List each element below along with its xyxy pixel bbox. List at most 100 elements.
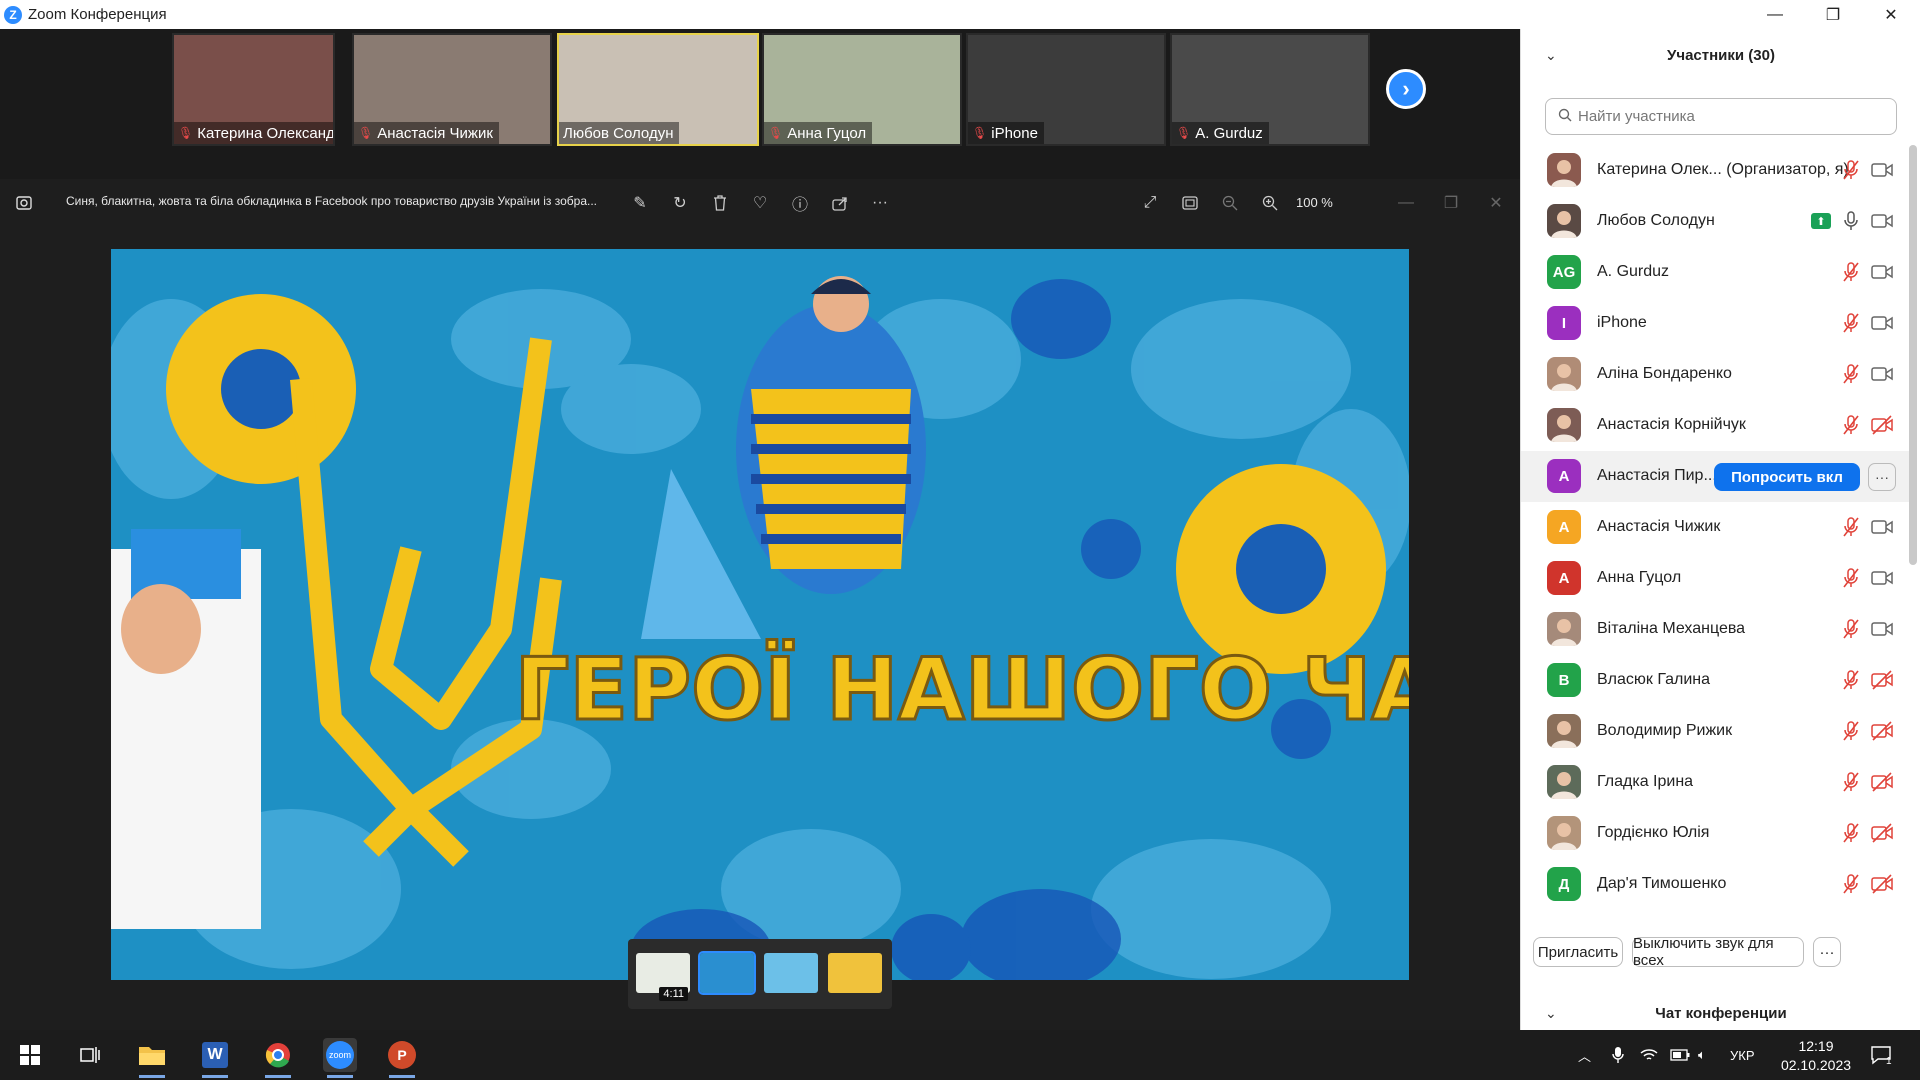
powerpoint-icon[interactable]: P (385, 1038, 419, 1078)
participant-row[interactable]: Володимир Рижик (1521, 706, 1911, 757)
thumbnail-1[interactable]: 4:11 (636, 953, 690, 1001)
camera-icon[interactable] (1871, 568, 1893, 588)
mic-muted-icon[interactable] (1841, 159, 1861, 181)
video-tile[interactable]: 🎙︎ iPhone (966, 33, 1166, 146)
mic-muted-icon[interactable] (1841, 363, 1861, 385)
word-label: W (202, 1042, 228, 1068)
participant-row[interactable]: Гладка Ірина (1521, 757, 1911, 808)
participant-row[interactable]: Д Дар'я Тимошенко (1521, 859, 1911, 905)
camera-icon[interactable] (1871, 517, 1893, 537)
language-indicator[interactable]: УКР (1730, 1030, 1755, 1080)
fullscreen-icon[interactable]: ⤢ (1140, 193, 1160, 213)
video-name-bar: 🎙︎ Анна Гуцол (764, 122, 873, 144)
camera-off-icon[interactable] (1871, 823, 1893, 843)
mic-muted-icon[interactable] (1841, 822, 1861, 844)
search-icon (1558, 108, 1572, 125)
mic-muted-icon[interactable] (1841, 516, 1861, 538)
edit-image-icon[interactable]: ✎ (630, 193, 650, 213)
mic-muted-icon[interactable] (1841, 771, 1861, 793)
invite-button[interactable]: Пригласить (1533, 937, 1623, 967)
participant-search[interactable] (1545, 98, 1897, 135)
camera-off-icon[interactable] (1871, 874, 1893, 894)
participant-row[interactable]: Аліна Бондаренко (1521, 349, 1911, 400)
ask-to-unmute-button[interactable]: Попросить вкл (1714, 463, 1860, 491)
mic-muted-icon[interactable] (1841, 720, 1861, 742)
camera-icon[interactable] (1871, 619, 1893, 639)
participant-row[interactable]: A Анна Гуцол (1521, 553, 1911, 604)
camera-off-icon[interactable] (1871, 415, 1893, 435)
volume-icon[interactable]: 🔈︎ (1698, 1030, 1706, 1080)
video-tile[interactable]: Любов Солодун (557, 33, 759, 146)
viewer-restore-icon[interactable]: ❐ (1441, 193, 1461, 213)
camera-off-icon[interactable] (1871, 670, 1893, 690)
camera-off-icon[interactable] (1871, 772, 1893, 792)
zoom-out-icon[interactable] (1220, 193, 1240, 213)
participant-row[interactable]: Віталіна Механцева (1521, 604, 1911, 655)
notifications-icon[interactable]: 1 (1870, 1030, 1892, 1080)
mic-muted-icon[interactable] (1841, 312, 1861, 334)
camera-icon[interactable] (1871, 211, 1893, 231)
show-hidden-icons[interactable]: ︿ (1578, 1030, 1591, 1080)
search-input[interactable] (1578, 108, 1878, 125)
zoom-taskbar-icon[interactable]: zoom (323, 1038, 357, 1078)
participant-row[interactable]: B Власюк Галина (1521, 655, 1911, 706)
mic-muted-icon[interactable] (1841, 261, 1861, 283)
video-name-bar: 🎙︎ Анастасія Чижик (354, 122, 499, 144)
camera-icon[interactable] (1871, 313, 1893, 333)
participant-row[interactable]: Катерина Олек... (Организатор, я) (1521, 145, 1911, 196)
share-icon[interactable] (830, 193, 850, 213)
participant-row[interactable]: Гордієнко Юлія (1521, 808, 1911, 859)
powerpoint-label: P (388, 1041, 416, 1069)
info-icon[interactable]: ⓘ (790, 193, 810, 214)
mic-on-icon[interactable] (1841, 210, 1861, 232)
camera-icon[interactable] (1871, 262, 1893, 282)
thumbnail-3[interactable] (764, 953, 818, 993)
mic-muted-icon[interactable] (1841, 414, 1861, 436)
more-options-icon[interactable]: ··· (870, 193, 890, 213)
camera-off-icon[interactable] (1871, 721, 1893, 741)
participant-row[interactable]: A Анастасія Пир... Попросить вкл ··· (1521, 451, 1911, 502)
mic-muted-icon[interactable] (1841, 873, 1861, 895)
mic-muted-icon[interactable] (1841, 567, 1861, 589)
camera-icon[interactable] (1871, 364, 1893, 384)
microphone-tray-icon[interactable] (1612, 1030, 1624, 1080)
participant-row[interactable]: AG A. Gurduz (1521, 247, 1911, 298)
video-tile[interactable]: 🎙︎Катерина Олександрі... (172, 33, 335, 146)
delete-icon[interactable] (710, 193, 730, 213)
taskbar-clock[interactable]: 12:19 02.10.2023 (1776, 1037, 1856, 1075)
thumbnail-4[interactable] (828, 953, 882, 993)
favorite-heart-icon[interactable]: ♡ (750, 193, 770, 213)
participant-scrollbar[interactable] (1909, 145, 1917, 565)
video-tile[interactable]: 🎙︎ A. Gurduz (1170, 33, 1370, 146)
viewer-close-icon[interactable]: ✕ (1486, 193, 1506, 213)
video-tile[interactable]: 🎙︎ Анастасія Чижик (352, 33, 552, 146)
task-view-icon[interactable] (73, 1038, 107, 1072)
participant-row[interactable]: Любов Солодун ⬆ (1521, 196, 1911, 247)
minimize-button[interactable]: — (1746, 0, 1804, 29)
thumbnail-2[interactable] (698, 951, 756, 995)
file-explorer-icon[interactable] (135, 1038, 169, 1078)
zoom-in-icon[interactable] (1260, 193, 1280, 213)
participant-row[interactable]: A Анастасія Чижик (1521, 502, 1911, 553)
footer-more-button[interactable]: ··· (1813, 937, 1841, 967)
fit-window-icon[interactable] (1180, 193, 1200, 213)
next-videos-button[interactable]: › (1386, 69, 1426, 109)
battery-icon[interactable] (1670, 1030, 1690, 1080)
participant-more-button[interactable]: ··· (1868, 463, 1896, 491)
video-tile[interactable]: 🎙︎ Анна Гуцол (762, 33, 962, 146)
chrome-icon[interactable] (261, 1038, 295, 1078)
rotate-icon[interactable]: ↻ (670, 193, 690, 213)
windows-start-icon[interactable] (13, 1038, 47, 1072)
participant-row[interactable]: IiPhone (1521, 298, 1911, 349)
mic-muted-icon[interactable] (1841, 618, 1861, 640)
video-name-bar: 🎙︎ A. Gurduz (1172, 122, 1269, 144)
participant-row[interactable]: Анастасія Корнійчук (1521, 400, 1911, 451)
wifi-icon[interactable] (1640, 1030, 1658, 1080)
viewer-minimize-icon[interactable]: — (1396, 193, 1416, 213)
restore-button[interactable]: ❐ (1804, 0, 1862, 29)
close-button[interactable]: ✕ (1862, 0, 1920, 29)
word-icon[interactable]: W (198, 1038, 232, 1078)
camera-icon[interactable] (1871, 160, 1893, 180)
mic-muted-icon[interactable] (1841, 669, 1861, 691)
mute-all-button[interactable]: Выключить звук для всех (1632, 935, 1804, 969)
